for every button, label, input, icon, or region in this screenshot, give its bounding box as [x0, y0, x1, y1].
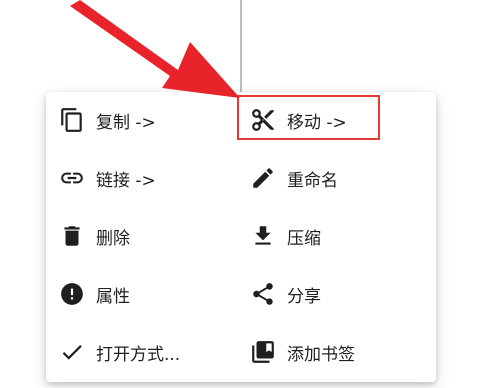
download-icon — [249, 222, 277, 250]
menu-item-properties[interactable]: 属性 — [58, 274, 130, 314]
menu-item-label: 链接 -> — [96, 170, 156, 191]
menu-item-compress[interactable]: 压缩 — [249, 216, 321, 256]
context-menu: 复制 -> 链接 -> 删除 属性 打开方式... 移动 -> 重命名 压缩 分… — [46, 92, 436, 382]
menu-item-label: 添加书签 — [287, 344, 355, 365]
annotation-arrow — [70, 0, 240, 98]
bookmark-icon — [249, 338, 277, 366]
menu-item-add-bookmark[interactable]: 添加书签 — [249, 332, 355, 372]
check-icon — [58, 338, 86, 366]
share-icon — [249, 280, 277, 308]
menu-item-label: 属性 — [96, 286, 130, 307]
menu-item-label: 分享 — [287, 286, 321, 307]
trash-icon — [58, 222, 86, 250]
menu-item-rename[interactable]: 重命名 — [249, 158, 338, 198]
pencil-icon — [249, 164, 277, 192]
menu-item-delete[interactable]: 删除 — [58, 216, 130, 256]
info-icon — [58, 280, 86, 308]
menu-item-label: 删除 — [96, 228, 130, 249]
menu-item-label: 压缩 — [287, 228, 321, 249]
link-icon — [58, 164, 86, 192]
menu-item-link[interactable]: 链接 -> — [58, 158, 156, 198]
menu-item-open-with[interactable]: 打开方式... — [58, 332, 180, 372]
menu-item-move[interactable]: 移动 -> — [249, 100, 347, 140]
menu-item-label: 打开方式... — [96, 344, 181, 365]
menu-item-share[interactable]: 分享 — [249, 274, 321, 314]
menu-item-label: 重命名 — [287, 170, 338, 191]
menu-item-label: 移动 -> — [287, 112, 347, 133]
arrow-shape — [70, 0, 240, 98]
screen: 复制 -> 链接 -> 删除 属性 打开方式... 移动 -> 重命名 压缩 分… — [0, 0, 485, 388]
